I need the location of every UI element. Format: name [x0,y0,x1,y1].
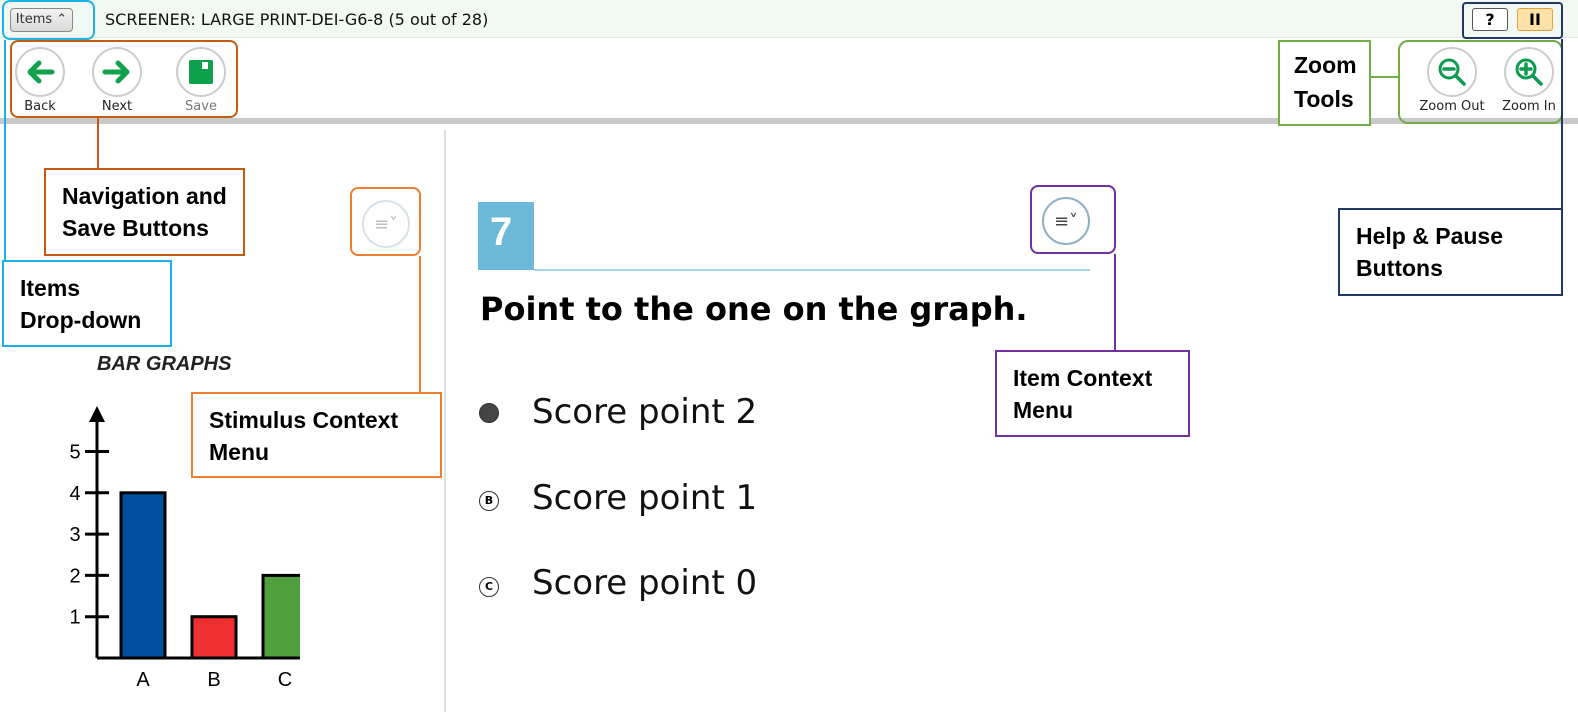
option-a-label[interactable]: Score point 2 [532,392,757,432]
help-leader-line [1561,39,1563,210]
zoom-highlight [1398,40,1563,124]
item-menu-leader-line [1114,254,1116,352]
x-tick-label: C [278,669,292,691]
bar-B [190,615,238,660]
help-callout: Help & Pause Buttons [1338,208,1563,296]
chart-title: BAR GRAPHS [97,353,232,375]
bar-A [119,491,167,660]
items-callout: Items Drop-down [2,260,172,347]
item-number: 7 [478,202,534,270]
help-pause-highlight [1462,2,1563,39]
option-b-radio[interactable]: B [479,491,499,511]
y-axis-arrow [89,406,105,422]
items-leader-line [4,40,6,262]
nav-highlight [10,40,238,118]
option-c-radio[interactable]: C [479,577,499,597]
x-tick-label: B [207,669,220,691]
option-c-label[interactable]: Score point 0 [532,563,757,603]
nav-leader-line [97,118,99,170]
item-menu-callout: Item Context Menu [995,350,1190,437]
y-tick-label: 2 [69,565,80,587]
y-tick-label: 1 [69,607,80,629]
test-title: SCREENER: LARGE PRINT-DEI-G6-8 (5 out of… [105,10,489,29]
nav-callout: Navigation and Save Buttons [44,168,245,256]
y-tick-label: 5 [69,442,80,464]
stimulus-menu-highlight [350,187,421,256]
y-tick-label: 3 [69,524,80,546]
option-b-label[interactable]: Score point 1 [532,478,757,518]
item-header-line [534,269,1090,271]
stimulus-callout: Stimulus Context Menu [191,392,442,478]
question-text: Point to the one on the graph. [480,290,1028,328]
zoom-callout: Zoom Tools [1278,40,1371,126]
zoom-leader-line [1370,76,1398,78]
item-menu-highlight [1030,185,1116,254]
bar-C [261,573,300,660]
y-tick-label: 4 [69,483,80,505]
option-a-radio[interactable] [479,403,499,423]
stimulus-leader-line [419,256,421,394]
items-highlight [2,0,95,40]
x-tick-label: A [136,669,150,691]
panel-divider[interactable] [444,130,446,712]
